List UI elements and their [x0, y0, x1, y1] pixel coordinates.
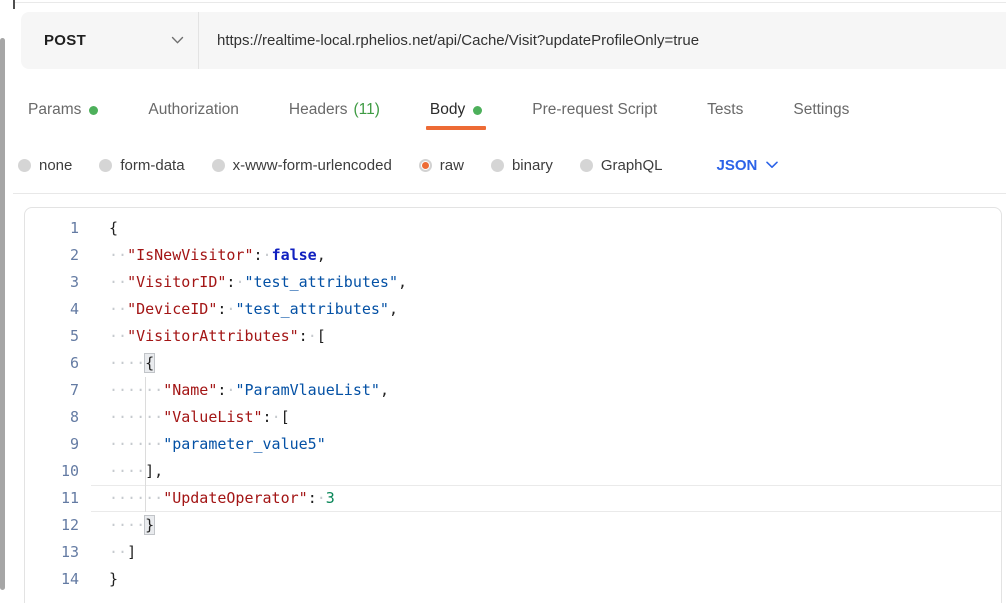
tab-headers[interactable]: Headers (11): [289, 101, 380, 119]
code-line-5[interactable]: 5··"VisitorAttributes":·[: [25, 323, 1001, 350]
radio-label: GraphQL: [601, 157, 663, 174]
tab-label: Authorization: [148, 101, 238, 119]
line-content: }: [91, 566, 1001, 593]
line-number: 10: [25, 458, 91, 485]
code-line-6[interactable]: 6····{: [25, 350, 1001, 377]
line-number: 12: [25, 512, 91, 539]
tab-body[interactable]: Body: [430, 101, 482, 119]
radio-label: x-www-form-urlencoded: [233, 157, 392, 174]
line-number: 2: [25, 242, 91, 269]
body-type-raw[interactable]: raw: [419, 157, 464, 174]
left-scrollbar[interactable]: [0, 38, 5, 590]
green-dot-indicator: [89, 106, 98, 115]
radio-label: none: [39, 157, 72, 174]
method-selector[interactable]: POST: [21, 12, 198, 69]
line-number: 1: [25, 215, 91, 242]
tab-settings[interactable]: Settings: [793, 101, 849, 119]
top-divider: [13, 2, 1006, 3]
body-code-editor[interactable]: 1{2··"IsNewVisitor":·false,3··"VisitorID…: [24, 207, 1002, 603]
line-content: {: [91, 215, 1001, 242]
tab-label: Body: [430, 101, 465, 119]
request-builder: POST https://realtime-local.rphelios.net…: [0, 0, 1006, 603]
line-content: ··"VisitorID":·"test_attributes",: [91, 269, 1001, 296]
body-type-none[interactable]: none: [18, 157, 72, 174]
request-tabs: Params Authorization Headers (11) Body Pre-re…: [28, 98, 849, 122]
body-type-graphql[interactable]: GraphQL: [580, 157, 663, 174]
panel-edge-mark: [13, 0, 15, 9]
code-line-4[interactable]: 4··"DeviceID":·"test_attributes",: [25, 296, 1001, 323]
code-line-12[interactable]: 12····}: [25, 512, 1001, 539]
radio-icon: [419, 159, 432, 172]
body-type-form-data[interactable]: form-data: [99, 157, 184, 174]
line-content: ····],: [91, 458, 1001, 485]
line-content: ··"DeviceID":·"test_attributes",: [91, 296, 1001, 323]
line-content: ····}: [91, 512, 1001, 539]
radio-icon: [212, 159, 225, 172]
line-number: 9: [25, 431, 91, 458]
line-content: ··"VisitorAttributes":·[: [91, 323, 1001, 350]
line-content: ······"UpdateOperator":·3: [91, 485, 1001, 512]
green-dot-indicator: [473, 106, 482, 115]
line-content: ····{: [91, 350, 1001, 377]
code-line-10[interactable]: 10····],: [25, 458, 1001, 485]
radio-icon: [99, 159, 112, 172]
method-label: POST: [44, 32, 86, 49]
line-number: 13: [25, 539, 91, 566]
chevron-down-icon: [171, 36, 184, 45]
line-number: 3: [25, 269, 91, 296]
radio-icon: [491, 159, 504, 172]
section-divider: [13, 193, 1006, 194]
code-line-1[interactable]: 1{: [25, 215, 1001, 242]
code-line-2[interactable]: 2··"IsNewVisitor":·false,: [25, 242, 1001, 269]
indent-guide: [145, 377, 146, 512]
request-bar: POST https://realtime-local.rphelios.net…: [21, 12, 1006, 69]
line-number: 4: [25, 296, 91, 323]
line-number: 11: [25, 485, 91, 512]
tab-authorization[interactable]: Authorization: [148, 101, 238, 119]
tab-label: Params: [28, 101, 81, 119]
radio-label: binary: [512, 157, 553, 174]
line-content: ··"IsNewVisitor":·false,: [91, 242, 1001, 269]
body-type-x-www-form-urlencoded[interactable]: x-www-form-urlencoded: [212, 157, 392, 174]
body-type-binary[interactable]: binary: [491, 157, 553, 174]
line-content: ··]: [91, 539, 1001, 566]
line-content: ······"ValueList":·[: [91, 404, 1001, 431]
radio-label: raw: [440, 157, 464, 174]
line-number: 14: [25, 566, 91, 593]
tab-label: Tests: [707, 101, 743, 119]
code-line-14[interactable]: 14}: [25, 566, 1001, 593]
line-number: 5: [25, 323, 91, 350]
line-number: 7: [25, 377, 91, 404]
code-line-7[interactable]: 7······"Name":·"ParamVlaueList",: [25, 377, 1001, 404]
radio-icon: [580, 159, 593, 172]
tab-params[interactable]: Params: [28, 101, 98, 119]
tab-tests[interactable]: Tests: [707, 101, 743, 119]
url-text: https://realtime-local.rphelios.net/api/…: [217, 32, 699, 49]
line-number: 8: [25, 404, 91, 431]
language-label: JSON: [717, 157, 758, 174]
tab-label: Headers: [289, 101, 348, 119]
code-line-13[interactable]: 13··]: [25, 539, 1001, 566]
code-line-11[interactable]: 11······"UpdateOperator":·3: [25, 485, 1001, 512]
tab-label: Pre-request Script: [532, 101, 657, 119]
code-line-3[interactable]: 3··"VisitorID":·"test_attributes",: [25, 269, 1001, 296]
tab-pre-request-script[interactable]: Pre-request Script: [532, 101, 657, 119]
radio-label: form-data: [120, 157, 184, 174]
line-content: ······"Name":·"ParamVlaueList",: [91, 377, 1001, 404]
body-type-row: none form-data x-www-form-urlencoded raw bin…: [18, 152, 778, 178]
language-dropdown[interactable]: JSON: [717, 157, 779, 174]
url-input[interactable]: https://realtime-local.rphelios.net/api/…: [199, 12, 1006, 69]
tab-count-badge: (11): [353, 101, 379, 119]
line-content: ······"parameter_value5": [91, 431, 1001, 458]
code-line-9[interactable]: 9······"parameter_value5": [25, 431, 1001, 458]
radio-icon: [18, 159, 31, 172]
line-number: 6: [25, 350, 91, 377]
code-line-8[interactable]: 8······"ValueList":·[: [25, 404, 1001, 431]
chevron-down-icon: [766, 161, 778, 169]
tab-label: Settings: [793, 101, 849, 119]
